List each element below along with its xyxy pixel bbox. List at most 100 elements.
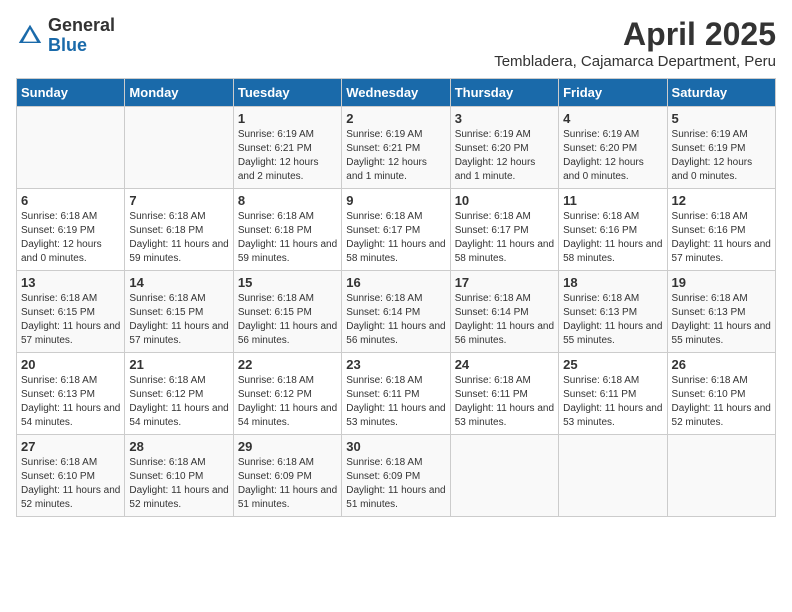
day-info: Sunrise: 6:18 AMSunset: 6:19 PMDaylight:… xyxy=(21,210,120,266)
day-number: 7 xyxy=(129,193,228,208)
calendar-cell: 12 Sunrise: 6:18 AMSunset: 6:16 PMDayligh… xyxy=(667,189,775,271)
calendar-cell: 16Sunrise: 6:18 AMSunset: 6:14 PMDayligh… xyxy=(342,271,450,353)
day-info: Sunrise: 6:18 AMSunset: 6:15 PMDaylight:… xyxy=(129,292,228,348)
day-info: Sunrise: 6:18 AMSunset: 6:11 PMDaylight:… xyxy=(563,374,662,430)
calendar-cell xyxy=(559,435,667,517)
day-info: Sunrise: 6:19 AMSunset: 6:21 PMDaylight:… xyxy=(346,128,445,184)
logo-blue-text: Blue xyxy=(48,35,87,55)
day-info: Sunrise: 6:18 AMSunset: 6:15 PMDaylight:… xyxy=(21,292,120,348)
day-number: 23 xyxy=(346,357,445,372)
day-info: Sunrise: 6:18 AMSunset: 6:16 PMDaylight:… xyxy=(672,210,771,266)
day-number: 28 xyxy=(129,439,228,454)
calendar-cell: 28 Sunrise: 6:18 AMSunset: 6:10 PMDayligh… xyxy=(125,435,233,517)
day-info: Sunrise: 6:18 AMSunset: 6:09 PMDaylight:… xyxy=(346,456,445,512)
day-header-friday: Friday xyxy=(559,79,667,107)
day-info: Sunrise: 6:18 AMSunset: 6:15 PMDaylight:… xyxy=(238,292,337,348)
day-number: 8 xyxy=(238,193,337,208)
calendar-cell xyxy=(667,435,775,517)
day-number: 30 xyxy=(346,439,445,454)
calendar-cell: 20 Sunrise: 6:18 AMSunset: 6:13 PMDayligh… xyxy=(17,353,125,435)
calendar: SundayMondayTuesdayWednesdayThursdayFrid… xyxy=(16,78,776,517)
calendar-cell: 21Sunrise: 6:18 AMSunset: 6:12 PMDayligh… xyxy=(125,353,233,435)
header: General Blue April 2025 Tembladera, Caja… xyxy=(16,16,776,70)
calendar-cell: 17 Sunrise: 6:18 AMSunset: 6:14 PMDayligh… xyxy=(450,271,558,353)
day-info: Sunrise: 6:18 AMSunset: 6:10 PMDaylight:… xyxy=(21,456,120,512)
calendar-week-row: 27 Sunrise: 6:18 AMSunset: 6:10 PMDayligh… xyxy=(17,435,776,517)
calendar-cell: 5 Sunrise: 6:19 AMSunset: 6:19 PMDaylight… xyxy=(667,107,775,189)
calendar-cell: 8Sunrise: 6:18 AMSunset: 6:18 PMDaylight… xyxy=(233,189,341,271)
day-number: 24 xyxy=(455,357,554,372)
day-header-tuesday: Tuesday xyxy=(233,79,341,107)
day-number: 2 xyxy=(346,111,445,126)
day-info: Sunrise: 6:18 AMSunset: 6:11 PMDaylight:… xyxy=(346,374,445,430)
day-info: Sunrise: 6:18 AMSunset: 6:14 PMDaylight:… xyxy=(455,292,554,348)
day-info: Sunrise: 6:18 AMSunset: 6:11 PMDaylight:… xyxy=(455,374,554,430)
day-info: Sunrise: 6:19 AMSunset: 6:20 PMDaylight:… xyxy=(563,128,662,184)
day-header-wednesday: Wednesday xyxy=(342,79,450,107)
day-number: 5 xyxy=(672,111,771,126)
day-number: 1 xyxy=(238,111,337,126)
day-header-thursday: Thursday xyxy=(450,79,558,107)
day-number: 25 xyxy=(563,357,662,372)
day-number: 14 xyxy=(129,275,228,290)
calendar-cell: 24 Sunrise: 6:18 AMSunset: 6:11 PMDayligh… xyxy=(450,353,558,435)
day-number: 16 xyxy=(346,275,445,290)
day-number: 11 xyxy=(563,193,662,208)
day-info: Sunrise: 6:18 AMSunset: 6:10 PMDaylight:… xyxy=(129,456,228,512)
day-info: Sunrise: 6:18 AMSunset: 6:09 PMDaylight:… xyxy=(238,456,337,512)
day-number: 4 xyxy=(563,111,662,126)
calendar-cell: 30 Sunrise: 6:18 AMSunset: 6:09 PMDayligh… xyxy=(342,435,450,517)
day-number: 22 xyxy=(238,357,337,372)
logo-icon xyxy=(16,22,44,50)
day-number: 6 xyxy=(21,193,120,208)
day-info: Sunrise: 6:18 AMSunset: 6:17 PMDaylight:… xyxy=(455,210,554,266)
day-header-monday: Monday xyxy=(125,79,233,107)
calendar-cell: 22 Sunrise: 6:18 AMSunset: 6:12 PMDayligh… xyxy=(233,353,341,435)
day-number: 17 xyxy=(455,275,554,290)
calendar-cell: 3 Sunrise: 6:19 AMSunset: 6:20 PMDaylight… xyxy=(450,107,558,189)
calendar-cell: 7 Sunrise: 6:18 AMSunset: 6:18 PMDaylight… xyxy=(125,189,233,271)
calendar-cell: 19Sunrise: 6:18 AMSunset: 6:13 PMDayligh… xyxy=(667,271,775,353)
title-block: April 2025 Tembladera, Cajamarca Departm… xyxy=(494,16,776,70)
day-info: Sunrise: 6:18 AMSunset: 6:13 PMDaylight:… xyxy=(21,374,120,430)
day-number: 26 xyxy=(672,357,771,372)
calendar-cell: 25 Sunrise: 6:18 AMSunset: 6:11 PMDayligh… xyxy=(559,353,667,435)
day-number: 20 xyxy=(21,357,120,372)
calendar-cell xyxy=(450,435,558,517)
calendar-cell: 13 Sunrise: 6:18 AMSunset: 6:15 PMDayligh… xyxy=(17,271,125,353)
day-number: 9 xyxy=(346,193,445,208)
calendar-cell xyxy=(17,107,125,189)
calendar-cell: 10 Sunrise: 6:18 AMSunset: 6:17 PMDayligh… xyxy=(450,189,558,271)
day-info: Sunrise: 6:18 AMSunset: 6:12 PMDaylight:… xyxy=(238,374,337,430)
calendar-cell: 23 Sunrise: 6:18 AMSunset: 6:11 PMDayligh… xyxy=(342,353,450,435)
day-info: Sunrise: 6:18 AMSunset: 6:18 PMDaylight:… xyxy=(129,210,228,266)
calendar-cell: 1Sunrise: 6:19 AMSunset: 6:21 PMDaylight… xyxy=(233,107,341,189)
calendar-week-row: 6 Sunrise: 6:18 AMSunset: 6:19 PMDaylight… xyxy=(17,189,776,271)
day-header-sunday: Sunday xyxy=(17,79,125,107)
day-number: 3 xyxy=(455,111,554,126)
day-header-saturday: Saturday xyxy=(667,79,775,107)
day-info: Sunrise: 6:18 AMSunset: 6:13 PMDaylight:… xyxy=(672,292,771,348)
day-info: Sunrise: 6:19 AMSunset: 6:20 PMDaylight:… xyxy=(455,128,554,184)
calendar-cell: 15Sunrise: 6:18 AMSunset: 6:15 PMDayligh… xyxy=(233,271,341,353)
day-info: Sunrise: 6:18 AMSunset: 6:13 PMDaylight:… xyxy=(563,292,662,348)
day-number: 27 xyxy=(21,439,120,454)
logo: General Blue xyxy=(16,16,115,56)
day-info: Sunrise: 6:19 AMSunset: 6:19 PMDaylight:… xyxy=(672,128,771,184)
day-info: Sunrise: 6:18 AMSunset: 6:12 PMDaylight:… xyxy=(129,374,228,430)
day-number: 12 xyxy=(672,193,771,208)
logo-general-text: General xyxy=(48,15,115,35)
calendar-cell: 18 Sunrise: 6:18 AMSunset: 6:13 PMDayligh… xyxy=(559,271,667,353)
calendar-cell: 26Sunrise: 6:18 AMSunset: 6:10 PMDayligh… xyxy=(667,353,775,435)
day-number: 18 xyxy=(563,275,662,290)
calendar-cell: 9Sunrise: 6:18 AMSunset: 6:17 PMDaylight… xyxy=(342,189,450,271)
day-info: Sunrise: 6:18 AMSunset: 6:16 PMDaylight:… xyxy=(563,210,662,266)
calendar-week-row: 20 Sunrise: 6:18 AMSunset: 6:13 PMDayligh… xyxy=(17,353,776,435)
calendar-cell: 2 Sunrise: 6:19 AMSunset: 6:21 PMDaylight… xyxy=(342,107,450,189)
calendar-week-row: 13 Sunrise: 6:18 AMSunset: 6:15 PMDayligh… xyxy=(17,271,776,353)
calendar-cell xyxy=(125,107,233,189)
calendar-cell: 6 Sunrise: 6:18 AMSunset: 6:19 PMDaylight… xyxy=(17,189,125,271)
day-number: 10 xyxy=(455,193,554,208)
day-number: 13 xyxy=(21,275,120,290)
calendar-cell: 27 Sunrise: 6:18 AMSunset: 6:10 PMDayligh… xyxy=(17,435,125,517)
